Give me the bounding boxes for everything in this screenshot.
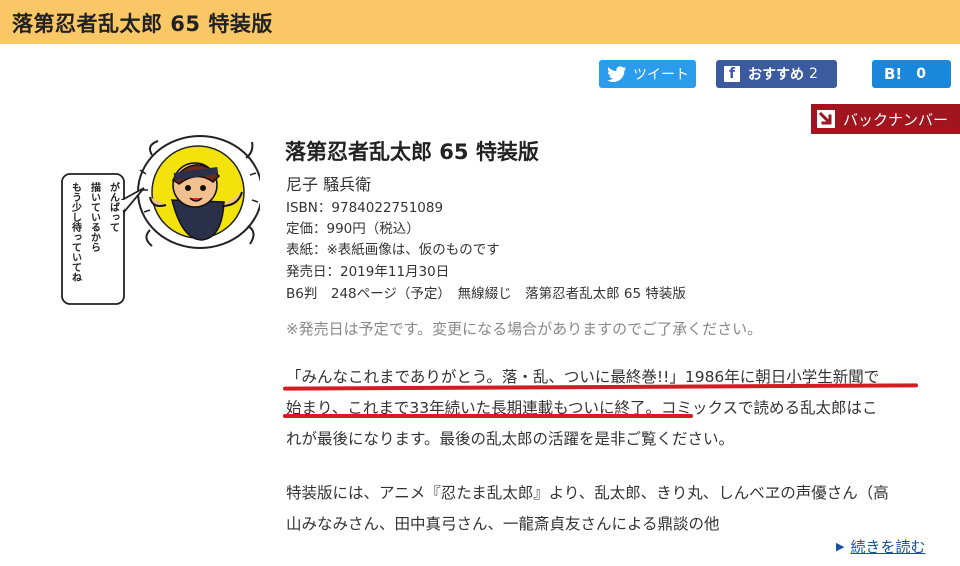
back-number-button[interactable]: バックナンバー bbox=[811, 104, 960, 134]
header-title: 落第忍者乱太郎 65 特装版 bbox=[12, 12, 273, 36]
speech-line-2: 描いているから bbox=[88, 182, 100, 252]
description-line: 特装版には、アニメ『忍たま乱太郎』より、乱太郎、きり丸、しんべヱの声優さん（高 bbox=[286, 484, 889, 502]
description-paragraph-2: 特装版には、アニメ『忍たま乱太郎』より、乱太郎、きり丸、しんべヱの声優さん（高 … bbox=[286, 478, 958, 540]
book-author: 尼子 騒兵衛 bbox=[286, 175, 372, 194]
description-line: れが最後になります。最後の乱太郎の活躍を是非ご覧ください。 bbox=[286, 430, 734, 448]
facebook-count: 2 bbox=[809, 66, 818, 82]
tweet-label: ツイート bbox=[633, 67, 689, 83]
speech-bubble-text: がんばって 描いているから もう少し待っていてね bbox=[68, 182, 120, 300]
description-line: 始まり、これまで33年続いた長期連載もついに終了。コミックスで読める乱太郎はこ bbox=[286, 399, 878, 417]
book-format: B6判 248ページ（予定） 無線綴じ 落第忍者乱太郎 65 特装版 bbox=[286, 286, 686, 302]
read-more-link[interactable]: ▶ 続きを読む bbox=[836, 536, 925, 557]
book-cover-note: 表紙：※表紙画像は、仮のものです bbox=[286, 242, 500, 258]
book-price: 定価：990円（税込） bbox=[286, 221, 420, 237]
triangle-right-icon: ▶ bbox=[836, 540, 845, 553]
twitter-bird-icon bbox=[607, 66, 626, 82]
book-title: 落第忍者乱太郎 65 特装版 bbox=[285, 140, 539, 164]
arrow-down-right-icon bbox=[817, 110, 835, 128]
facebook-icon: f bbox=[724, 66, 740, 82]
tweet-button[interactable]: ツイート bbox=[599, 60, 696, 88]
header-bar: 落第忍者乱太郎 65 特装版 bbox=[0, 0, 960, 44]
hatena-icon: B! bbox=[884, 65, 903, 83]
speech-line-3: もう少し待っていてね bbox=[69, 182, 81, 282]
speech-line-1: がんばって bbox=[107, 182, 119, 232]
hatena-count: 0 bbox=[916, 66, 927, 82]
highlight-underline bbox=[283, 414, 693, 418]
description-paragraph-1: 「みんなこれまでありがとう。落・乱、ついに最終巻!!」1986年に朝日小学生新聞… bbox=[286, 362, 958, 455]
hatena-bookmark-button[interactable]: B! 0 bbox=[872, 60, 951, 88]
book-isbn: ISBN：9784022751089 bbox=[286, 200, 444, 216]
book-release-date: 発売日：2019年11月30日 bbox=[286, 264, 450, 280]
read-more-label[interactable]: 続きを読む bbox=[850, 536, 925, 557]
release-notice: ※発売日は予定です。変更になる場合がありますのでご了承ください。 bbox=[286, 320, 763, 338]
facebook-label: おすすめ bbox=[748, 67, 804, 83]
facebook-recommend-button[interactable]: f おすすめ 2 bbox=[716, 60, 837, 88]
ninja-illustration: がんばって 描いているから もう少し待っていてね bbox=[60, 130, 263, 314]
back-number-label: バックナンバー bbox=[843, 110, 949, 129]
